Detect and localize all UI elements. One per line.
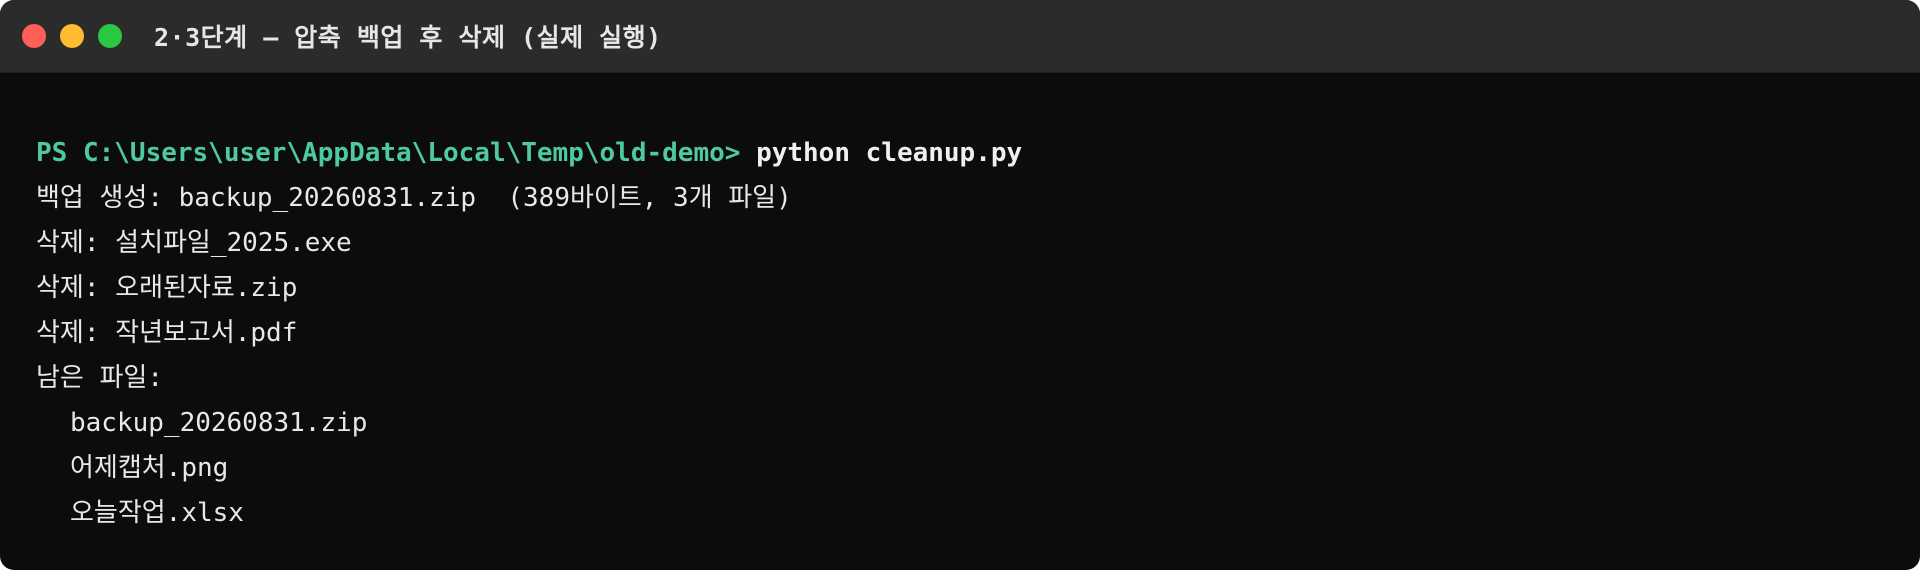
remaining-file: 오늘작업.xlsx: [70, 498, 244, 528]
window-controls: [22, 24, 136, 48]
output-line: 백업 생성: backup_20260831.zip (389바이트, 3개 파…: [36, 183, 792, 213]
output-line: 삭제: 작년보고서.pdf: [36, 318, 298, 348]
window-title: 2·3단계 — 압축 백업 후 삭제 (실제 실행): [154, 23, 662, 52]
remaining-file: backup_20260831.zip: [70, 408, 368, 438]
title-bar[interactable]: 2·3단계 — 압축 백업 후 삭제 (실제 실행): [0, 0, 1920, 73]
command-text: python cleanup.py: [756, 138, 1023, 168]
terminal-window: 2·3단계 — 압축 백업 후 삭제 (실제 실행) PS C:\Users\u…: [0, 0, 1920, 570]
close-button[interactable]: [22, 24, 46, 48]
remaining-file: 어제캡처.png: [70, 453, 229, 483]
output-line: 남은 파일:: [36, 363, 163, 393]
terminal-output[interactable]: PS C:\Users\user\AppData\Local\Temp\old-…: [0, 73, 1920, 536]
output-line: 삭제: 설치파일_2025.exe: [36, 228, 352, 258]
minimize-button[interactable]: [60, 24, 84, 48]
prompt-line: PS C:\Users\user\AppData\Local\Temp\old-…: [36, 131, 1920, 176]
output-line: 삭제: 오래된자료.zip: [36, 273, 298, 303]
prompt-path: PS C:\Users\user\AppData\Local\Temp\old-…: [36, 138, 741, 168]
maximize-button[interactable]: [98, 24, 122, 48]
